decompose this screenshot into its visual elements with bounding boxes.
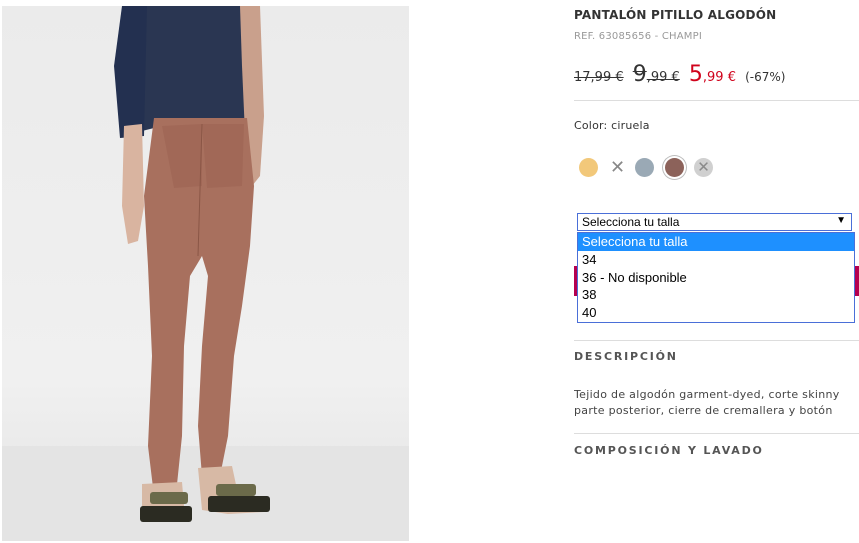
- product-ref: REF. 63085656 - CHAMPI: [574, 31, 702, 42]
- discount-label: (-67%): [745, 70, 786, 84]
- color-swatch-amarillo[interactable]: [579, 158, 598, 177]
- size-select[interactable]: Selecciona tu talla ▼: [577, 213, 852, 231]
- description-line: Tejido de algodón garment-dyed, corte sk…: [574, 388, 840, 401]
- description-text: Tejido de algodón garment-dyed, corte sk…: [574, 387, 859, 419]
- previous-price-dec: ,99 €: [646, 70, 680, 85]
- description-heading[interactable]: DESCRIPCIÓN: [574, 350, 678, 363]
- product-photo-illustration: [2, 6, 409, 541]
- original-price: 17,99 €: [574, 70, 624, 85]
- product-title: PANTALÓN PITILLO ALGODÓN: [574, 8, 777, 22]
- size-option[interactable]: 40: [578, 304, 854, 322]
- sale-price-dec: ,99 €: [702, 70, 736, 85]
- color-swatch-azul-gris[interactable]: [635, 158, 654, 177]
- color-label: Color: ciruela: [574, 119, 650, 132]
- divider: [574, 340, 859, 341]
- size-option[interactable]: 34: [578, 251, 854, 269]
- size-option[interactable]: 38: [578, 286, 854, 304]
- sale-price: 5,99 €: [689, 62, 736, 87]
- color-swatch-ciruela[interactable]: [665, 158, 684, 177]
- size-option[interactable]: 36 - No disponible: [578, 269, 854, 287]
- size-option[interactable]: Selecciona tu talla: [578, 233, 854, 251]
- dropdown-arrow-icon[interactable]: ▼: [836, 215, 846, 226]
- color-unavailable-icon: ✕: [609, 157, 626, 178]
- previous-price: 9,99 €: [633, 62, 680, 87]
- previous-price-int: 9: [632, 62, 647, 87]
- composition-heading[interactable]: COMPOSICIÓN Y LAVADO: [574, 444, 764, 457]
- color-unavailable-icon: ✕: [697, 158, 710, 176]
- divider: [574, 433, 859, 434]
- description-line: parte posterior, cierre de cremallera y …: [574, 404, 833, 417]
- product-image[interactable]: [2, 6, 409, 541]
- sale-price-int: 5: [688, 62, 703, 87]
- divider: [574, 100, 859, 101]
- price-block: 17,99 € 9,99 € 5,99 € (-67%): [574, 62, 785, 87]
- size-select-value: Selecciona tu talla: [582, 215, 680, 229]
- size-dropdown-list[interactable]: Selecciona tu talla 34 36 - No disponibl…: [577, 232, 855, 323]
